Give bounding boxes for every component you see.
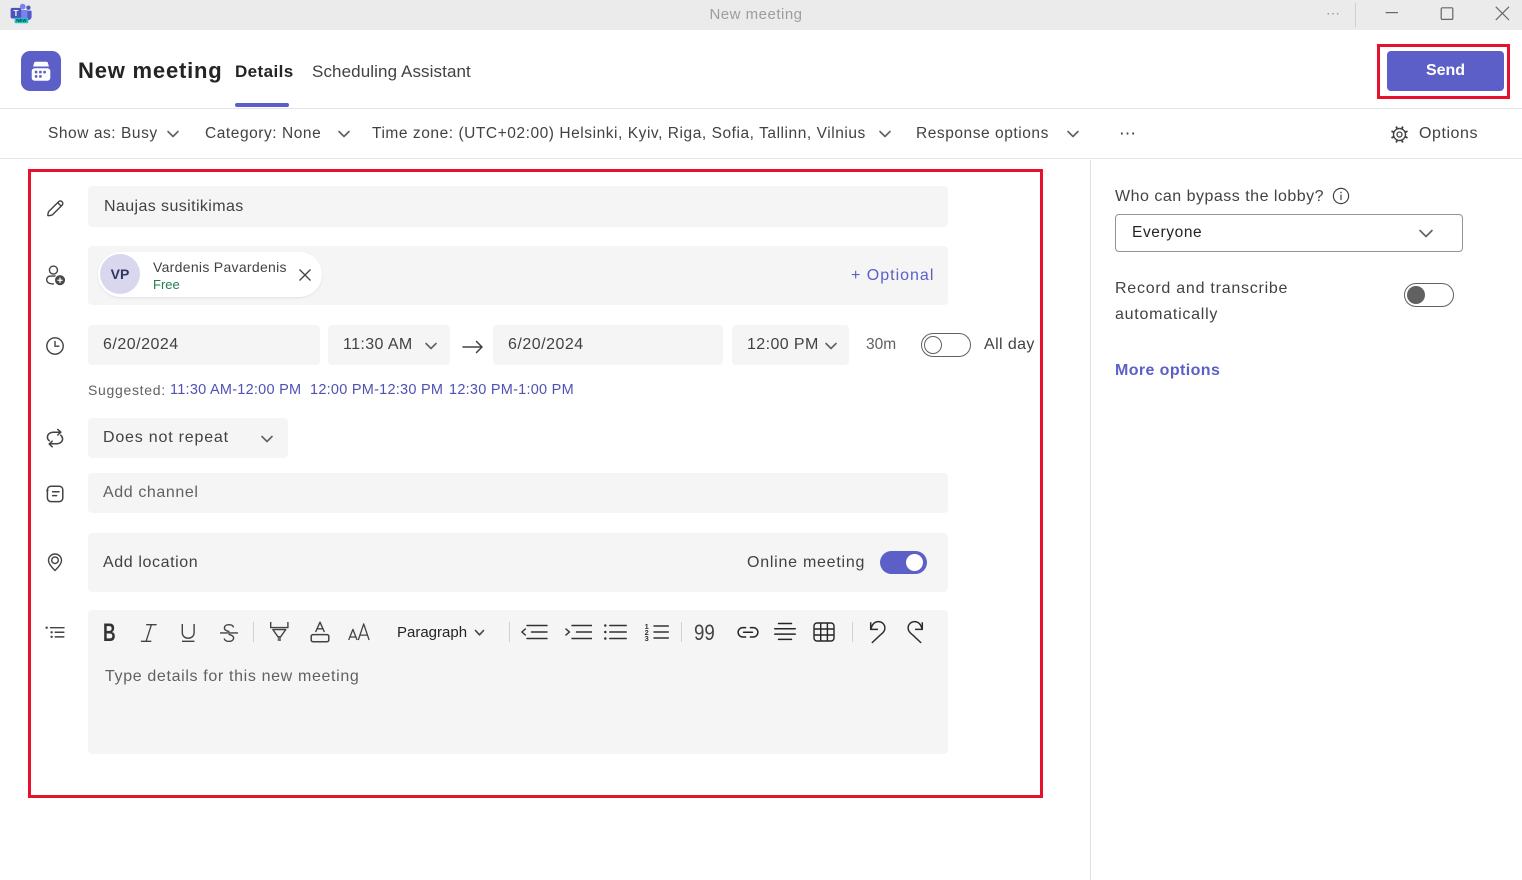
svg-text:3: 3 <box>645 634 649 642</box>
svg-text:NEW: NEW <box>16 18 27 23</box>
svg-text:T: T <box>13 9 18 18</box>
